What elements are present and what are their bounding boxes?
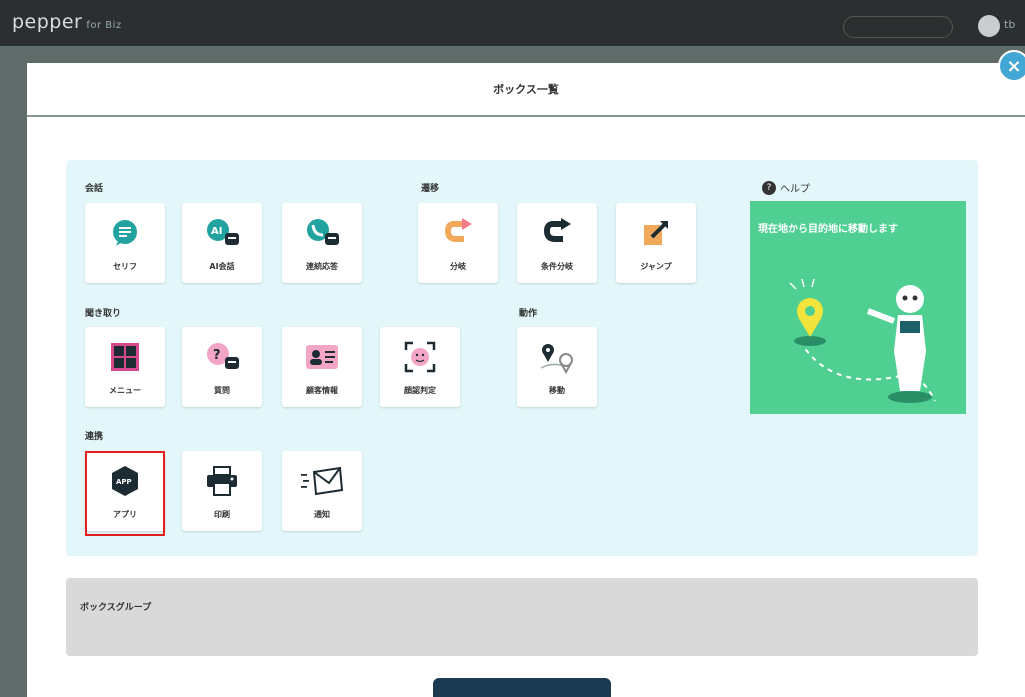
user-avatar-icon[interactable]: [978, 15, 1000, 37]
help-label-text: ヘルプ: [780, 184, 810, 195]
help-heading: ? ヘルプ: [762, 180, 810, 195]
section-speech: 会話: [85, 184, 104, 194]
jump-icon: [616, 213, 696, 253]
bottom-action-button[interactable]: [433, 678, 611, 697]
ai-chat-icon: AI: [182, 213, 262, 253]
menu-grid-icon: [85, 337, 165, 377]
envelope-send-icon: [282, 461, 362, 501]
tile-cond-branch-label: 条件分岐: [541, 262, 573, 271]
tile-customer-info-label: 顧客情報: [306, 386, 338, 395]
tile-continuous[interactable]: 連続応答: [282, 203, 362, 283]
tile-ai-talk-label: AI会話: [209, 262, 235, 271]
location-move-icon: [517, 337, 597, 377]
tile-face[interactable]: 顔認判定: [380, 327, 460, 407]
tile-face-label: 顔認判定: [404, 386, 436, 395]
tile-question-label: 質問: [214, 386, 230, 395]
speech-bubble-icon: [85, 213, 165, 253]
tile-serif-label: セリフ: [113, 262, 137, 271]
tile-menu[interactable]: メニュー: [85, 327, 165, 407]
box-group-title: ボックスグループ: [80, 603, 152, 613]
top-search-input[interactable]: [843, 16, 953, 38]
face-scan-icon: [380, 337, 460, 377]
tile-jump[interactable]: ジャンプ: [616, 203, 696, 283]
svg-text:AI: AI: [211, 226, 222, 237]
id-card-icon: [282, 337, 362, 377]
tile-branch[interactable]: 分岐: [418, 203, 498, 283]
brand-logo: pepper for Biz: [12, 11, 122, 33]
top-app-bar: pepper for Biz tb: [0, 0, 1025, 46]
box-group-panel: ボックスグループ: [66, 578, 978, 656]
brand-sub: for Biz: [86, 20, 122, 31]
tile-continuous-label: 連続応答: [306, 262, 338, 271]
tile-jump-label: ジャンプ: [640, 262, 672, 271]
section-motion: 動作: [519, 309, 538, 319]
close-button[interactable]: ×: [998, 50, 1025, 82]
user-label[interactable]: tb: [1004, 18, 1015, 31]
tile-move-label: 移動: [549, 386, 565, 395]
tile-print[interactable]: 印刷: [182, 451, 262, 531]
tile-serif[interactable]: セリフ: [85, 203, 165, 283]
question-chat-icon: ?: [182, 337, 262, 377]
tile-move[interactable]: 移動: [517, 327, 597, 407]
conditional-branch-icon: [517, 213, 597, 253]
svg-text:?: ?: [213, 348, 221, 363]
phone-chat-icon: [282, 213, 362, 253]
selected-tile-highlight: [85, 451, 165, 536]
tile-menu-label: メニュー: [109, 386, 141, 395]
tile-cond-branch[interactable]: 条件分岐: [517, 203, 597, 283]
help-question-icon: ?: [762, 180, 776, 195]
tile-question[interactable]: ? 質問: [182, 327, 262, 407]
branch-arrow-icon: [418, 213, 498, 253]
tile-branch-label: 分岐: [450, 262, 466, 271]
section-branch: 遷移: [421, 184, 440, 194]
help-illustration: 現在地から目的地に移動します: [750, 201, 966, 414]
tile-notify[interactable]: 通知: [282, 451, 362, 531]
tile-notify-label: 通知: [314, 510, 330, 519]
brand-name: pepper: [12, 11, 83, 33]
tile-ai-talk[interactable]: AI AI会話: [182, 203, 262, 283]
printer-icon: [182, 461, 262, 501]
tile-print-label: 印刷: [214, 510, 230, 519]
robot-navigation-illustration: [789, 278, 936, 403]
modal-title: ボックス一覧: [27, 63, 1025, 117]
section-listen: 聞き取り: [85, 309, 122, 319]
section-other: 連携: [85, 432, 104, 442]
tile-customer-info[interactable]: 顧客情報: [282, 327, 362, 407]
